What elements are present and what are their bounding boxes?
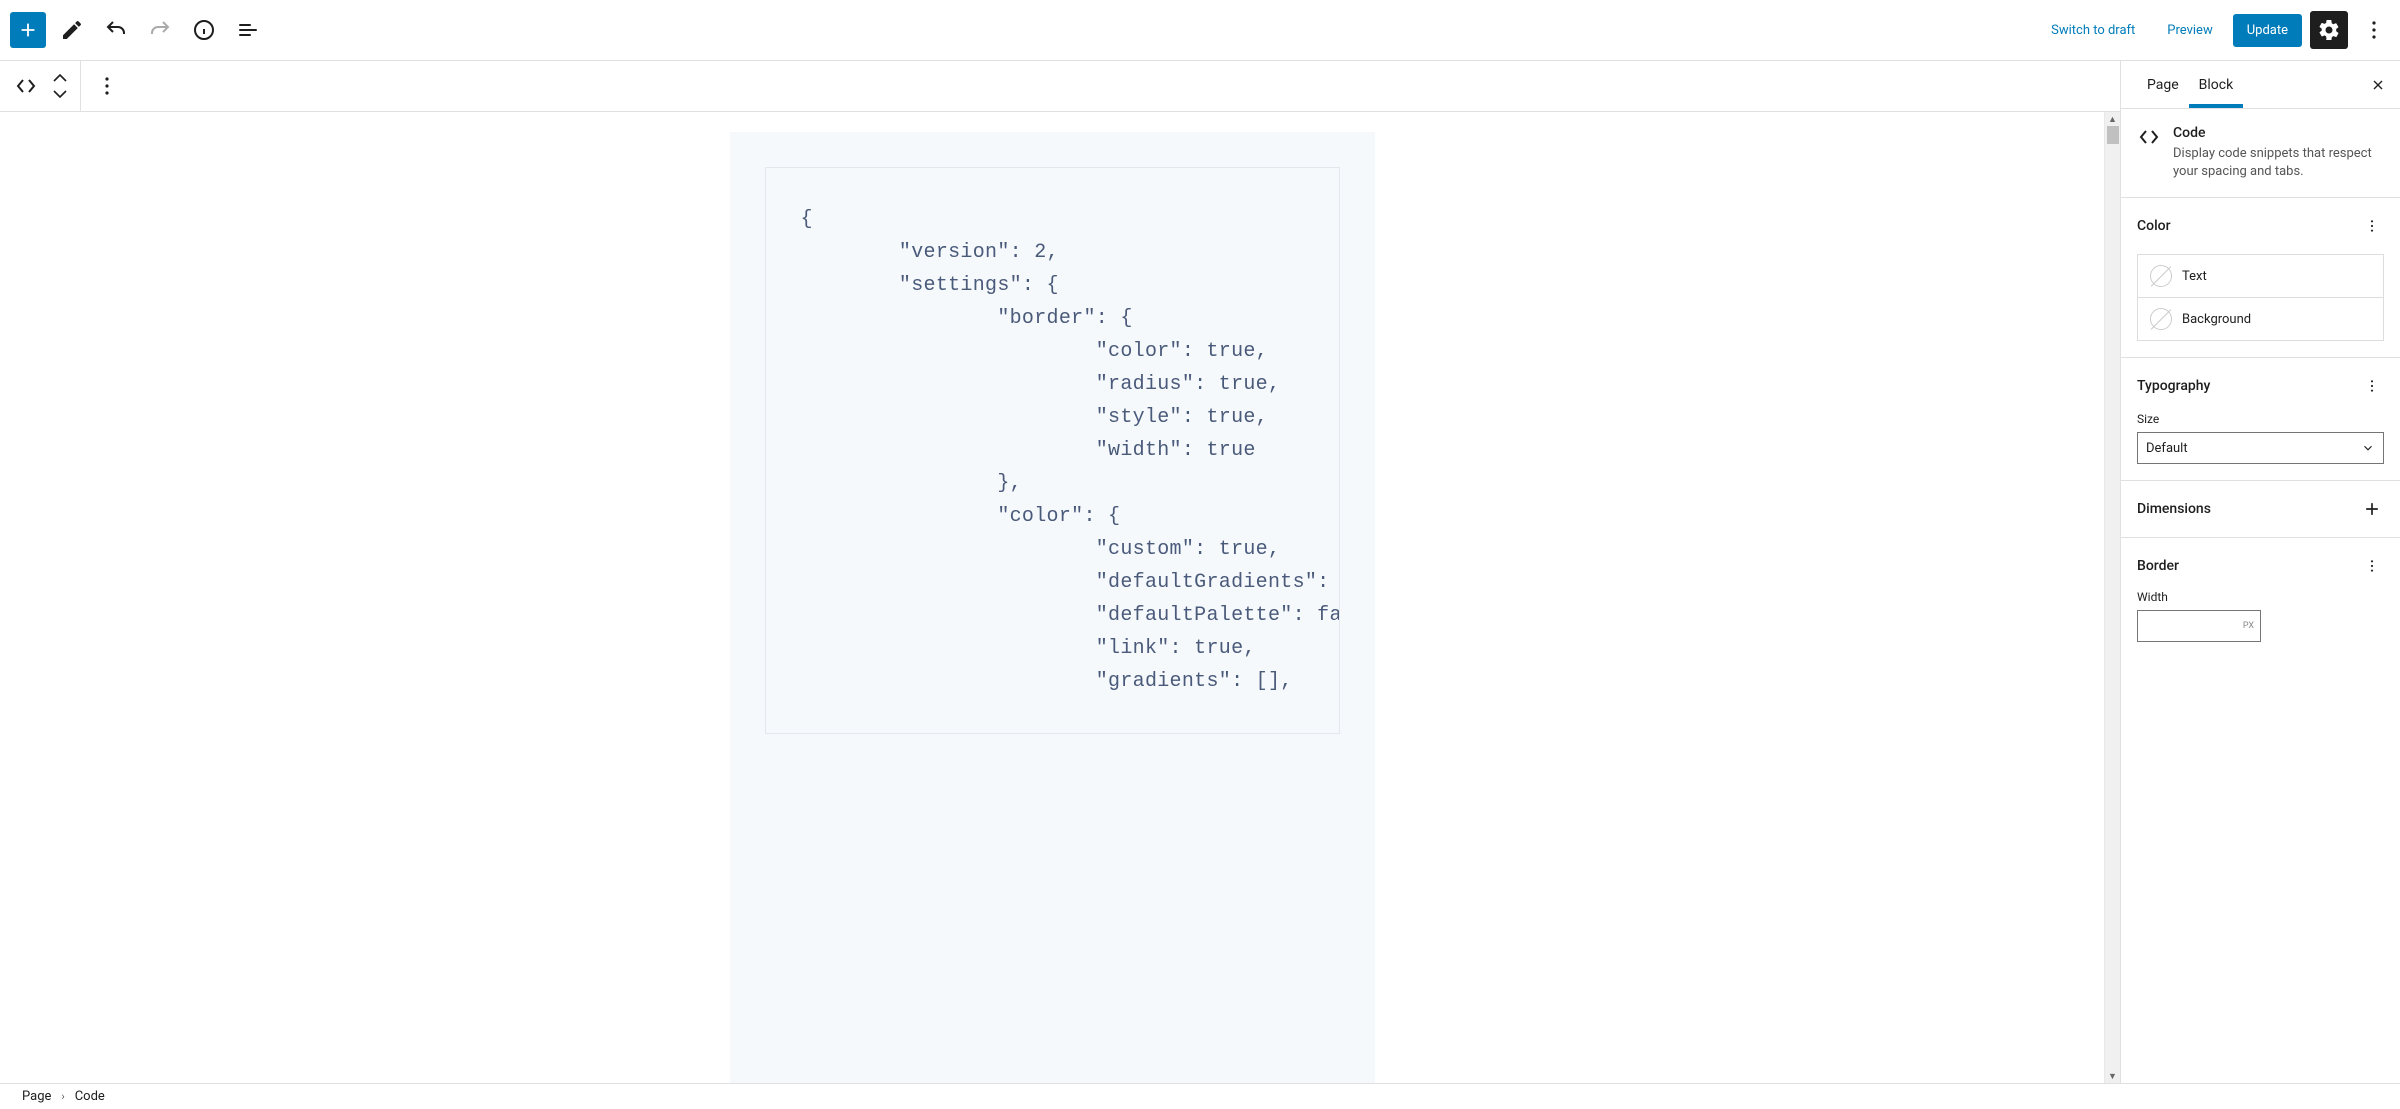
tab-block[interactable]: Block [2189,61,2244,108]
border-width-label: Width [2137,590,2384,604]
block-info: Code Display code snippets that respect … [2121,109,2400,198]
code-block-icon [2137,125,2161,149]
canvas-wrap: { "version": 2, "settings": { "border": … [0,112,2120,1083]
separator [80,61,81,111]
border-width-unit: PX [2243,621,2254,631]
top-toolbar: Switch to draft Preview Update [0,0,2400,61]
breadcrumb-current[interactable]: Code [75,1089,105,1104]
scroll-down-arrow[interactable]: ▼ [2105,1069,2120,1083]
panel-typography-title: Typography [2137,378,2210,394]
sidebar-body: Code Display code snippets that respect … [2121,109,2400,1083]
panel-color-title: Color [2137,218,2171,234]
font-size-select[interactable]: Default [2137,432,2384,464]
undo-button[interactable] [98,12,134,48]
color-text-label: Text [2182,269,2207,284]
swatch-empty-icon [2150,265,2172,287]
panel-color-menu[interactable] [2360,214,2384,238]
editor-column: { "version": 2, "settings": { "border": … [0,61,2120,1083]
block-name: Code [2173,125,2384,141]
panel-border-menu[interactable] [2360,554,2384,578]
block-options-button[interactable] [87,66,127,106]
more-menu-button[interactable] [2356,12,2392,48]
color-text-button[interactable]: Text [2137,254,2384,298]
block-type-icon[interactable] [6,66,46,106]
panel-dimensions: Dimensions [2121,481,2400,538]
switch-to-draft-link[interactable]: Switch to draft [2039,15,2147,46]
block-description: Display code snippets that respect your … [2173,145,2384,181]
font-size-value: Default [2146,441,2188,456]
breadcrumb-footer: Page › Code [0,1083,2400,1109]
close-sidebar-button[interactable] [2360,67,2396,103]
size-label: Size [2137,412,2384,426]
panel-typography-menu[interactable] [2360,374,2384,398]
sidebar-tabs: Page Block [2121,61,2400,109]
panel-dimensions-title: Dimensions [2137,501,2211,517]
main-area: { "version": 2, "settings": { "border": … [0,61,2400,1083]
color-background-label: Background [2182,312,2251,327]
toolbar-left [10,12,266,48]
add-block-button[interactable] [10,12,46,48]
canvas-scroll[interactable]: { "version": 2, "settings": { "border": … [0,112,2104,1083]
settings-sidebar: Page Block Code Display code snippets th… [2120,61,2400,1083]
chevron-right-icon: › [61,1090,64,1103]
breadcrumb-root[interactable]: Page [22,1089,51,1104]
chevron-down-icon [2361,441,2375,455]
swatch-empty-icon [2150,308,2172,330]
scroll-thumb[interactable] [2107,126,2119,144]
update-button[interactable]: Update [2233,14,2302,47]
panel-typography: Typography Size Default [2121,358,2400,481]
redo-button[interactable] [142,12,178,48]
panel-border: Border Width PX [2121,538,2400,658]
border-width-input[interactable]: PX [2137,610,2261,642]
panel-color: Color Text Background [2121,198,2400,358]
panel-dimensions-add[interactable] [2360,497,2384,521]
block-toolbar [0,61,2120,112]
info-icon[interactable] [186,12,222,48]
tab-page[interactable]: Page [2137,61,2189,108]
move-up-button[interactable] [46,70,74,86]
scroll-up-arrow[interactable]: ▲ [2105,112,2120,126]
settings-button[interactable] [2310,11,2348,49]
move-down-button[interactable] [46,86,74,102]
panel-border-title: Border [2137,558,2179,574]
color-background-button[interactable]: Background [2137,298,2384,341]
code-content[interactable]: { "version": 2, "settings": { "border": … [765,167,1340,734]
preview-link[interactable]: Preview [2155,15,2224,46]
code-block[interactable]: { "version": 2, "settings": { "border": … [730,132,1375,1083]
edit-icon[interactable] [54,12,90,48]
block-mover [46,66,74,106]
toolbar-right: Switch to draft Preview Update [2039,11,2392,49]
vertical-scrollbar[interactable]: ▲ ▼ [2104,112,2120,1083]
outline-icon[interactable] [230,12,266,48]
